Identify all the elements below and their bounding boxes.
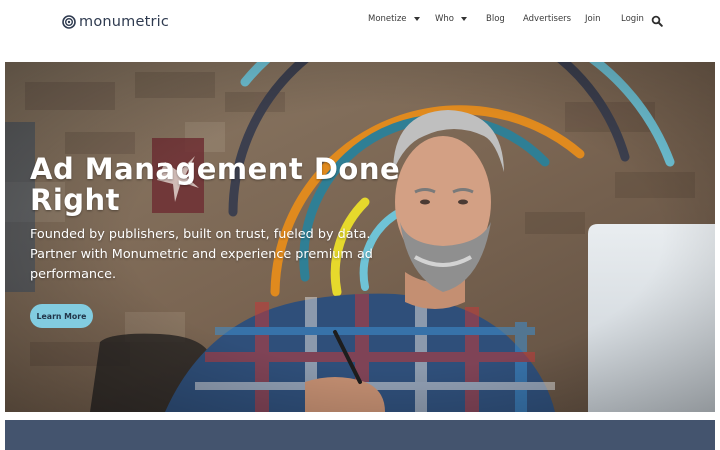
chevron-down-icon bbox=[461, 17, 467, 21]
nav-label: Advertisers bbox=[523, 14, 572, 24]
learn-more-button[interactable]: Learn More bbox=[30, 304, 93, 328]
search-icon[interactable] bbox=[651, 15, 663, 27]
nav-item-advertisers[interactable]: Advertisers bbox=[523, 14, 571, 24]
chevron-down-icon bbox=[413, 17, 420, 21]
nav-label: Join bbox=[585, 14, 601, 24]
hero-subtitle: Founded by publishers, built on trust, f… bbox=[30, 227, 373, 282]
main-nav: Monetize Who Blog Advertisers Join Login bbox=[0, 14, 720, 28]
nav-label: Who bbox=[435, 14, 454, 24]
nav-label: Monetize bbox=[368, 14, 407, 24]
section-band bbox=[5, 420, 715, 450]
nav-item-blog[interactable]: Blog bbox=[486, 14, 505, 24]
nav-item-join[interactable]: Join bbox=[585, 14, 600, 24]
nav-label: Login bbox=[621, 14, 644, 24]
nav-item-monetize[interactable]: Monetize bbox=[368, 14, 420, 24]
site-header: monumetric Monetize Who Blog Advertisers… bbox=[0, 0, 720, 62]
hero-title: Ad Management Done Right bbox=[30, 152, 401, 217]
hero-section: Ad Management Done Right Founded by publ… bbox=[5, 62, 715, 412]
nav-label: Blog bbox=[486, 14, 505, 24]
nav-item-login[interactable]: Login bbox=[621, 14, 644, 24]
nav-item-who[interactable]: Who bbox=[435, 14, 467, 24]
